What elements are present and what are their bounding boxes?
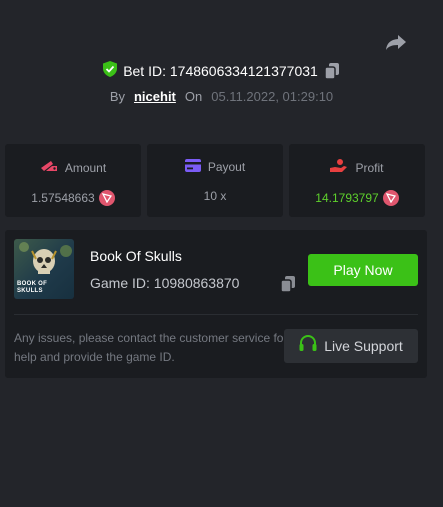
thumbnail-caption: BOOK OF SKULLS	[17, 281, 48, 294]
on-label: On	[184, 89, 203, 104]
game-id: Game ID: 10980863870	[90, 275, 240, 291]
by-label: By	[109, 89, 125, 104]
profit-label: Profit	[355, 160, 384, 175]
headset-icon	[299, 335, 317, 357]
profit-value: 14.1793797	[315, 191, 379, 205]
payout-label: Payout	[207, 160, 246, 174]
wallet-icon	[40, 159, 58, 176]
profit-card: Profit 14.1793797	[289, 144, 425, 217]
bet-user-row: By nicehit On 05.11.2022, 01:29:10	[0, 89, 443, 104]
game-card: BOOK OF SKULLS Book Of Skulls Game ID: 1…	[5, 230, 427, 378]
bet-date: 05.11.2022, 01:29:10	[211, 89, 334, 104]
support-message: Any issues, please contact the customer …	[14, 331, 288, 364]
payout-value: 10 x	[203, 189, 227, 203]
copy-game-id-icon[interactable]	[280, 275, 296, 293]
trx-coin-icon	[382, 190, 399, 206]
bet-header: Bet ID: 1748606334121377031 By nicehit O…	[0, 60, 443, 104]
bet-id: Bet ID: 1748606334121377031	[123, 63, 318, 79]
amount-card: Amount 1.57548663	[5, 144, 141, 217]
profit-hand-icon	[330, 159, 348, 176]
divider	[14, 314, 418, 315]
game-title: Book Of Skulls	[90, 248, 182, 264]
live-support-button[interactable]: Live Support	[284, 329, 418, 363]
live-support-label: Live Support	[324, 338, 403, 354]
payout-card: Payout 10 x	[147, 144, 283, 217]
verified-shield-icon	[103, 60, 118, 82]
trx-coin-icon	[98, 190, 115, 206]
game-thumbnail[interactable]: BOOK OF SKULLS	[14, 239, 74, 299]
bet-id-row: Bet ID: 1748606334121377031	[0, 60, 443, 82]
username-link[interactable]: nicehit	[134, 89, 176, 104]
share-icon[interactable]	[384, 30, 408, 54]
bet-stats: Amount 1.57548663 Payout 10 x Profit 14.…	[5, 144, 425, 217]
amount-value: 1.57548663	[31, 191, 95, 205]
amount-label: Amount	[64, 160, 107, 175]
play-now-button[interactable]: Play Now	[308, 254, 418, 286]
copy-bet-id-icon[interactable]	[324, 62, 340, 80]
card-icon	[184, 159, 201, 175]
